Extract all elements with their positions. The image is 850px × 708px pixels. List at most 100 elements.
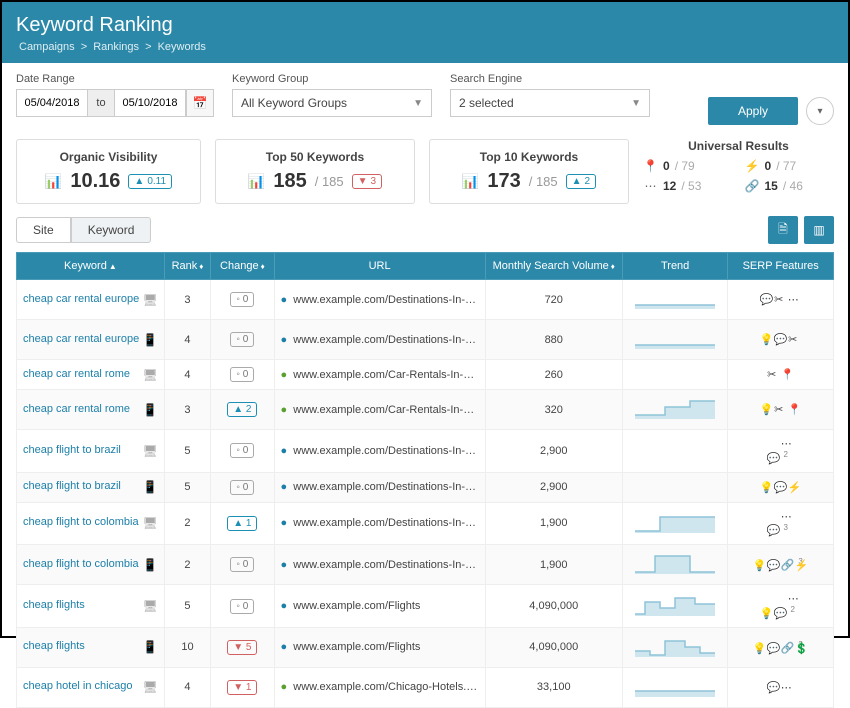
url-cell[interactable]: ● www.example.com/Destinations-In-Eur... (274, 280, 485, 320)
dots-icon: ⋯2 (781, 437, 795, 465)
pin-icon: 📍 (781, 368, 795, 381)
chevron-down-icon: ▼ (413, 98, 423, 109)
url-cell[interactable]: ● www.example.com/Car-Rentals-In-Rom... (274, 360, 485, 390)
chevron-down-icon: ▼ (631, 98, 641, 109)
columns-icon: ▥ (813, 223, 824, 237)
date-from-input[interactable] (16, 89, 88, 117)
page-title: Keyword Ranking (16, 14, 834, 37)
table-row: cheap hotel in chicago🖥4▼ 1● www.example… (17, 667, 834, 707)
bar-chart-icon: 📊 (462, 173, 479, 190)
rank-value: 4 (164, 320, 210, 360)
sort-asc-icon: ▲ (109, 262, 117, 271)
col-trend[interactable]: Trend (622, 253, 728, 280)
col-keyword[interactable]: Keyword▲ (17, 253, 165, 280)
chevron-down-icon: ▾ (817, 106, 822, 117)
keyword-link[interactable]: cheap car rental europe (23, 293, 139, 305)
change-pill: ▲ 2 (227, 402, 257, 417)
table-row: cheap car rental rome📱3▲ 2● www.example.… (17, 390, 834, 430)
table-row: cheap flight to brazil🖥5◦ 0● www.example… (17, 430, 834, 473)
visibility-value: 10.16 (70, 170, 120, 193)
msv-value: 33,100 (485, 667, 622, 707)
bar-chart-icon: 📊 (248, 173, 265, 190)
url-cell[interactable]: ● www.example.com/Destinations-In-Col... (274, 502, 485, 545)
url-cell[interactable]: ● www.example.com/Destinations-In-Bra... (274, 430, 485, 473)
export-button[interactable]: 🗎 (768, 216, 798, 244)
chat-icon: 💬 (767, 681, 781, 694)
serp-cell: 💬⋯ (728, 667, 834, 707)
url-cell[interactable]: ● www.example.com/Flights (274, 585, 485, 628)
top10-total: 185 (536, 174, 558, 189)
keyword-link[interactable]: cheap car rental rome (23, 403, 130, 415)
change-pill: ◦ 0 (230, 599, 254, 614)
url-cell[interactable]: ● www.example.com/Flights (274, 627, 485, 667)
more-options-button[interactable]: ▾ (806, 97, 834, 125)
keyword-link[interactable]: cheap flights (23, 640, 85, 652)
col-rank[interactable]: Rank♦ (164, 253, 210, 280)
device-icon: 🖥 (143, 516, 158, 530)
keyword-group-select[interactable]: All Keyword Groups ▼ (232, 89, 432, 117)
columns-button[interactable]: ▥ (804, 216, 834, 244)
cut-icon: ✂ (774, 403, 788, 416)
link-icon: 🔗3 (781, 557, 795, 572)
tab-site[interactable]: Site (16, 217, 71, 243)
apply-button[interactable]: Apply (708, 97, 798, 125)
crumb-keywords[interactable]: Keywords (158, 41, 206, 53)
serp-cell: 💬✂⋯ (728, 280, 834, 320)
keyword-link[interactable]: cheap car rental rome (23, 368, 130, 380)
keyword-group-label: Keyword Group (232, 73, 432, 85)
trend-cell (622, 430, 728, 473)
rank-value: 5 (164, 472, 210, 502)
crumb-campaigns[interactable]: Campaigns (19, 41, 75, 53)
col-msv[interactable]: Monthly Search Volume♦ (485, 253, 622, 280)
trend-cell (622, 585, 728, 628)
msv-value: 260 (485, 360, 622, 390)
chat-icon: 💬 (767, 452, 781, 465)
table-row: cheap flights📱10▼ 5● www.example.com/Fli… (17, 627, 834, 667)
keyword-link[interactable]: cheap flight to colombia (23, 516, 139, 528)
chat-icon: 💬 (767, 524, 781, 537)
search-engine-select[interactable]: 2 selected ▼ (450, 89, 650, 117)
date-range-label: Date Range (16, 73, 214, 85)
keyword-link[interactable]: cheap hotel in chicago (23, 680, 132, 692)
bar-chart-icon: 📊 (45, 173, 62, 190)
date-to-input[interactable] (114, 89, 186, 117)
keyword-link[interactable]: cheap car rental europe (23, 333, 139, 345)
keyword-link[interactable]: cheap flight to colombia (23, 558, 139, 570)
trend-cell (622, 472, 728, 502)
bolt-icon: ⚡ (795, 559, 809, 572)
table-row: cheap flight to colombia🖥2▲ 1● www.examp… (17, 502, 834, 545)
card-visibility-title: Organic Visibility (29, 150, 188, 164)
url-cell[interactable]: ● www.example.com/Destinations-In-Eur... (274, 320, 485, 360)
keyword-group: Keyword Group All Keyword Groups ▼ (232, 73, 432, 125)
sort-icon: ♦ (611, 262, 615, 271)
link-icon: 🔗2 (781, 640, 795, 655)
crumb-rankings[interactable]: Rankings (93, 41, 139, 53)
url-cell[interactable]: ● www.example.com/Car-Rentals-In-Rom... (274, 390, 485, 430)
table-row: cheap car rental europe🖥3◦ 0● www.exampl… (17, 280, 834, 320)
universal-item: 📍0/ 79 (643, 159, 733, 173)
msv-value: 320 (485, 390, 622, 430)
device-icon: 🖥 (143, 293, 158, 307)
table-row: cheap flight to brazil📱5◦ 0● www.example… (17, 472, 834, 502)
url-cell[interactable]: ● www.example.com/Destinations-In-Col... (274, 545, 485, 585)
date-to-sep: to (88, 89, 114, 117)
change-pill: ◦ 0 (230, 443, 254, 458)
change-pill: ▲ 1 (227, 516, 257, 531)
card-top50: Top 50 Keywords 📊 185 / 185 ▼ 3 (215, 139, 415, 204)
col-url[interactable]: URL (274, 253, 485, 280)
serp-cell: 💬⋯2 (728, 430, 834, 473)
serp-cell: ✂📍 (728, 360, 834, 390)
card-top10-title: Top 10 Keywords (442, 150, 616, 164)
link-icon: 🔗 (745, 179, 760, 193)
calendar-icon[interactable]: 📅 (186, 89, 214, 117)
tab-keyword[interactable]: Keyword (71, 217, 152, 243)
col-change[interactable]: Change♦ (211, 253, 274, 280)
keyword-link[interactable]: cheap flight to brazil (23, 444, 121, 456)
url-cell[interactable]: ● www.example.com/Chicago-Hotels.d17... (274, 667, 485, 707)
search-engine-label: Search Engine (450, 73, 650, 85)
keyword-link[interactable]: cheap flight to brazil (23, 480, 121, 492)
top50-value: 185 (273, 170, 306, 193)
keyword-link[interactable]: cheap flights (23, 599, 85, 611)
url-cell[interactable]: ● www.example.com/Destinations-In-Bra... (274, 472, 485, 502)
col-serp[interactable]: SERP Features (728, 253, 834, 280)
